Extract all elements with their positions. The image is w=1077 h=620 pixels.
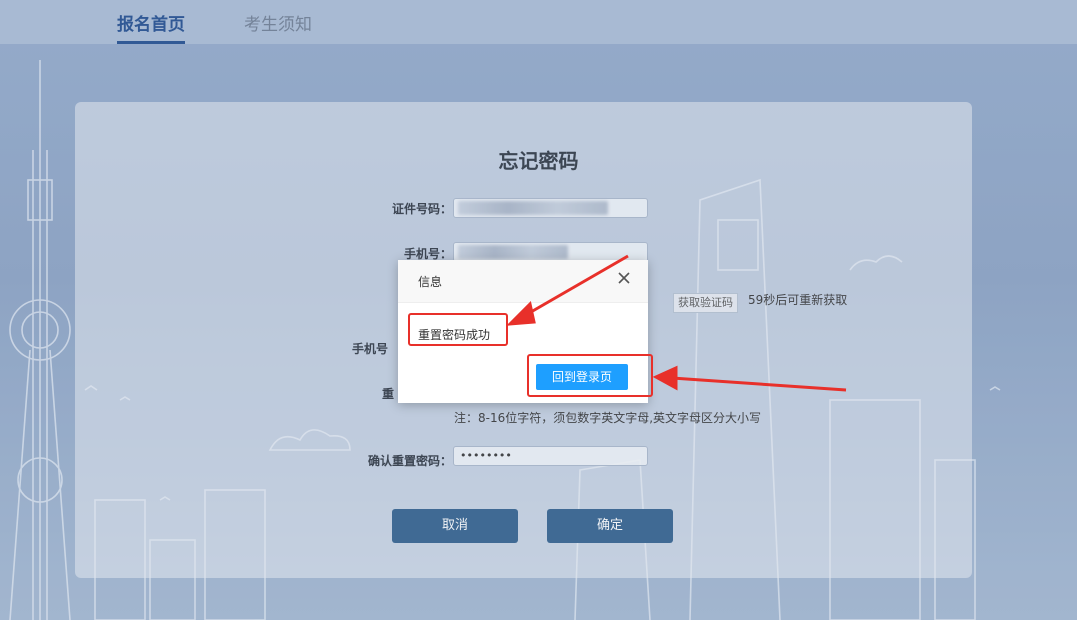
- button-highlight-box: [527, 354, 653, 397]
- dialog-title: 信息: [418, 275, 443, 289]
- close-icon[interactable]: [616, 270, 632, 286]
- message-highlight-box: [408, 313, 508, 346]
- dialog-header: 信息: [398, 260, 648, 303]
